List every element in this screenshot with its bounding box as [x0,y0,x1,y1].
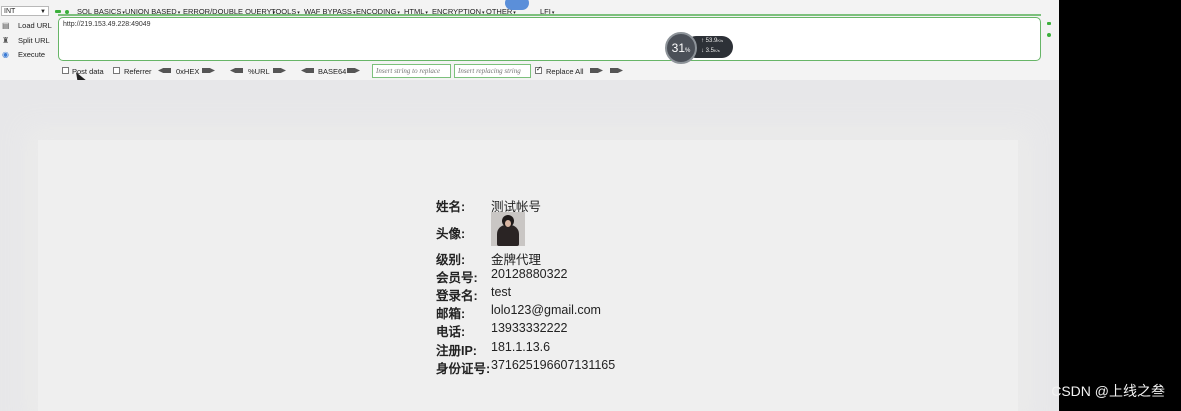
hex-label: 0xHEX [176,67,200,76]
split-url-icon: ♜ [2,36,10,45]
post-data-checkbox[interactable] [62,67,69,74]
upload-speed-unit: K/s [717,38,724,43]
field-label: 头像: [436,227,466,241]
mode-select[interactable]: INT ▼ [1,6,49,16]
avatar-body-shape [497,225,519,246]
execute-label: Execute [18,50,46,59]
url-top-border [58,14,1041,16]
replace-apply-arrow-icon[interactable] [590,68,603,73]
hex-decode-arrow-icon[interactable] [158,68,171,73]
url-encode-arrow-icon[interactable] [273,68,286,73]
network-speed-widget: ↑ 53.9K/s ↓ 3.5K/s 31% [665,32,735,64]
field-label: 电话: [436,325,466,339]
execute-icon: ◉ [2,50,9,59]
notification-badge [505,0,529,10]
load-url-label: Load URL [18,21,52,30]
replace-reverse-arrow-icon[interactable] [610,68,623,73]
hackbar-panel: INT ▼ SQL BASICS UNION BASED ERROR/DOUBL… [0,0,1059,89]
field-value: 371625196607131165 [491,358,616,372]
mode-select-value: INT [4,8,16,15]
replace-all-checkbox[interactable] [535,65,542,74]
download-speed-unit: K/s [714,48,720,53]
field-value: test [491,285,512,299]
cpu-percent-circle: 31% [665,32,697,64]
chevron-down-icon: ▼ [40,9,46,15]
field-label: 身份证号: [436,362,491,376]
referrer-label: Referrer [124,67,152,76]
base64-encode-arrow-icon[interactable] [347,68,360,73]
browser-window: INT ▼ SQL BASICS UNION BASED ERROR/DOUBL… [0,0,1059,411]
cpu-percent-unit: % [685,48,691,54]
url-decode-arrow-icon[interactable] [230,68,243,73]
field-value: 20128880322 [491,267,568,281]
base64-label: BASE64 [318,67,347,76]
url-encode-label: %URL [248,67,270,76]
load-url-icon: ▤ [2,21,10,30]
cpu-percent-value: 31 [671,41,685,55]
url-textarea[interactable]: http://219.153.49.228:49049 [58,17,1041,61]
field-value: 13933332222 [491,321,568,335]
field-label: 登录名: [436,289,478,303]
field-label: 会员号: [436,271,478,285]
status-dot-icon [1047,33,1051,37]
avatar-face-shape [505,220,511,227]
avatar-image [491,212,525,246]
upload-speed: ↑ 53.9K/s [701,38,724,44]
referrer-checkbox[interactable] [113,67,120,74]
field-value: 181.1.13.6 [491,340,551,354]
field-value: lolo123@gmail.com [491,303,601,317]
hex-encode-arrow-icon[interactable] [202,68,215,73]
load-url-button[interactable]: ▤ Load URL [0,19,56,33]
field-label: 注册IP: [436,344,477,358]
download-speed: ↓ 3.5K/s [701,48,720,54]
field-value: 金牌代理 [491,253,542,267]
base64-decode-arrow-icon[interactable] [301,68,314,73]
enable-indicator-icon [55,10,61,13]
csdn-watermark: CSDN @上线之叁 [1051,383,1165,399]
field-label: 级别: [436,253,466,267]
replace-string-input[interactable] [372,64,451,78]
url-value: http://219.153.49.228:49049 [63,21,151,28]
hackbar-options-row: Post data Referrer 0xHEX %URL BASE64 Rep… [0,64,1059,78]
field-label: 邮箱: [436,307,466,321]
download-speed-value: 3.5 [705,48,715,54]
execute-button[interactable]: ◉ Execute [0,48,56,62]
field-label: 姓名: [436,200,466,214]
split-url-button[interactable]: ♜ Split URL [0,34,56,48]
upload-speed-value: 53.9 [705,38,718,44]
replace-all-label: Replace All [546,67,584,76]
replacing-string-input[interactable] [454,64,531,78]
status-dot-icon [1047,22,1051,25]
split-url-label: Split URL [18,36,50,45]
